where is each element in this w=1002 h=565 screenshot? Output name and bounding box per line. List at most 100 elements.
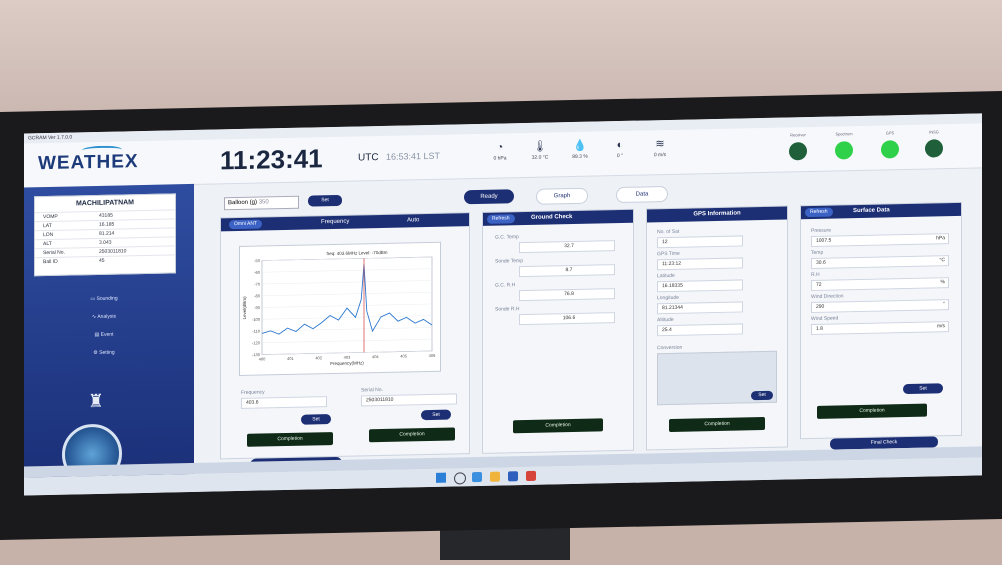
altitude-label: Altitude — [657, 316, 674, 324]
latitude-field: 16.18335 — [657, 279, 743, 293]
frequency-completion-button[interactable]: Completion — [247, 432, 333, 447]
led-label: INSG — [929, 129, 939, 135]
emblem-icon: ♜ — [87, 390, 105, 412]
pressure-field: 1007.5 hPa — [811, 233, 949, 248]
nav-analysis[interactable]: ∿ Analysis — [44, 313, 164, 322]
brand-logo: WEATHEX — [38, 145, 139, 175]
frequency-field[interactable]: 403.6 — [241, 396, 327, 409]
edge-icon[interactable] — [472, 471, 482, 483]
grid-line — [262, 292, 432, 296]
pressure-label: Pressure — [811, 227, 832, 235]
y-tick-label: -90 — [254, 305, 261, 310]
serial-completion-button[interactable]: Completion — [369, 427, 455, 443]
ready-button[interactable]: Ready — [464, 189, 514, 205]
folder-icon[interactable] — [490, 471, 500, 482]
balloon-set-button[interactable]: Set — [308, 194, 342, 207]
frequency-panel: Omni ANT Frequency Auto -50 -60 -70 -80 -90 -… — [220, 212, 470, 460]
surface-set-button[interactable]: Set — [903, 383, 943, 395]
app-icon[interactable] — [526, 470, 536, 481]
serial-field[interactable]: 2503011810 — [361, 393, 457, 407]
direction-metric: ◐ 0 ° — [600, 137, 640, 160]
frequency-chart: -50 -60 -70 -80 -90 -100 -110 -120 -130 400 401 402… — [239, 241, 441, 376]
graph-button[interactable]: Graph — [536, 187, 588, 205]
y-axis-label: Level(dBm) — [242, 296, 247, 320]
wind-icon: ≋ — [655, 138, 665, 151]
grid-line — [262, 280, 432, 285]
led-label: Spectrum — [835, 131, 853, 137]
data-button[interactable]: Data — [616, 186, 668, 204]
x-tick-label: 403 — [344, 355, 351, 360]
x-tick-label: 401 — [287, 356, 294, 361]
latitude-label: Latitude — [657, 272, 675, 280]
nav-event[interactable]: ▤ Event — [44, 331, 164, 340]
auto-toggle[interactable]: Auto — [407, 214, 419, 227]
sat-field: 12 — [657, 235, 743, 249]
sidebar: MACHILIPATNAM VOMP 43185 LAT 16.185 LON 81.… — [24, 183, 194, 488]
frequency-set-button[interactable]: Set — [301, 414, 331, 425]
gps-led — [881, 140, 899, 159]
rh-field: 72% — [811, 277, 949, 292]
y-tick-label: -60 — [254, 270, 261, 275]
search-icon[interactable] — [454, 472, 466, 485]
omni-ant-tab[interactable]: Omni ANT — [229, 219, 263, 230]
compass-icon: ◐ — [616, 138, 624, 152]
y-tick-label: -80 — [254, 293, 261, 298]
gps-time-field: 11:23:12 — [657, 257, 743, 271]
ground-check-title: Ground Check — [531, 214, 573, 221]
humidity-metric: 💧 89.3 % — [560, 137, 600, 160]
x-tick-label: 405 — [400, 353, 407, 358]
humidity-icon: 💧 — [573, 139, 587, 152]
wind-speed-field: 1.8 m/s — [811, 321, 949, 336]
receiver-led — [789, 142, 807, 161]
gps-completion-button[interactable]: Completion — [669, 416, 765, 432]
gps-set-button[interactable]: Set — [751, 390, 773, 401]
gc-temp-label: G.C. Temp — [495, 234, 519, 241]
app-icon[interactable] — [508, 471, 518, 482]
utc-label: UTC — [358, 152, 379, 164]
y-tick-label: -120 — [252, 340, 261, 345]
surface-refresh-button[interactable]: Refresh — [805, 207, 833, 218]
series-line — [261, 264, 433, 335]
serial-set-button[interactable]: Set — [421, 409, 451, 421]
sat-label: No. of Sat — [657, 228, 680, 236]
nav-sounding[interactable]: ▭ Sounding — [44, 295, 164, 304]
gc-rh-field: 76.8 — [519, 288, 615, 302]
x-tick-label: 406 — [429, 353, 436, 358]
grid-line — [262, 268, 432, 273]
ground-completion-button[interactable]: Completion — [513, 418, 603, 434]
chart-title: freq: 403.6MHz Level: -70dBm — [326, 250, 387, 256]
led-label: GPS — [885, 130, 895, 136]
grid-line — [262, 256, 432, 261]
wind-direction-label: Wind Direction — [811, 293, 844, 301]
gps-title: GPS Information — [647, 206, 787, 223]
grid-line — [262, 339, 432, 343]
start-icon[interactable] — [436, 472, 446, 483]
ground-refresh-button[interactable]: Refresh — [487, 214, 515, 224]
surface-title: Surface Data — [853, 207, 890, 215]
temp-field: 30.6 °C — [811, 255, 949, 270]
longitude-field: 81.21344 — [657, 301, 743, 315]
gps-panel: GPS Information No. of Sat 12 GPS Time 1… — [646, 205, 788, 451]
nav-setting[interactable]: ⚙ Setting — [44, 349, 164, 358]
balloon-input[interactable]: Balloon (g) 350 — [224, 195, 299, 211]
conversion-label: Conversion — [657, 344, 683, 352]
x-tick-label: 404 — [372, 354, 379, 359]
app-screen: GCRAM Ver 1.7.0.0 WEATHEX 11:23:41 UTC 1… — [24, 113, 982, 496]
x-axis-label: Frequency(MHz) — [330, 360, 364, 366]
insg-led — [925, 139, 943, 158]
spectrum-led — [835, 141, 853, 160]
monitor: GCRAM Ver 1.7.0.0 WEATHEX 11:23:41 UTC 1… — [0, 91, 1002, 540]
gc-rh-label: G.C. R.H — [495, 282, 516, 289]
y-tick-label: -70 — [254, 282, 261, 287]
ground-check-header: Refresh Ground Check — [483, 209, 633, 226]
sonde-rh-label: Sonde R.H — [495, 306, 520, 313]
lst-time: 16:53:41 LST — [386, 150, 441, 162]
y-tick-label: -110 — [252, 329, 260, 334]
surface-completion-button[interactable]: Completion — [817, 403, 927, 419]
grid-line — [262, 303, 432, 308]
wind-direction-field: 290 ° — [811, 299, 949, 314]
longitude-label: Longitude — [657, 294, 679, 302]
sonde-temp-label: Sonde Temp — [495, 258, 523, 265]
pressure-metric: ◔ 0 hPa — [480, 139, 520, 162]
rh-label: R.H — [811, 271, 820, 279]
